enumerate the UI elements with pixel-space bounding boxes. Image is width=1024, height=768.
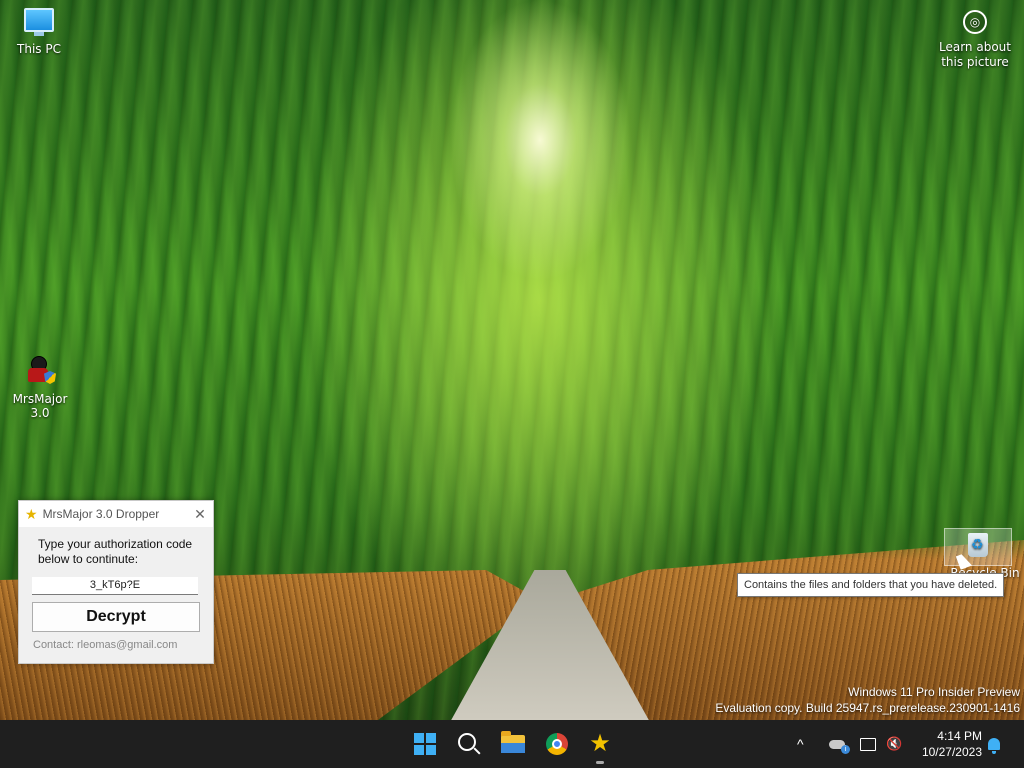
windows-watermark: Windows 11 Pro Insider Preview Evaluatio… [715, 684, 1020, 716]
mrsmajor-dropper-dialog[interactable]: ★ MrsMajor 3.0 Dropper ✕ Type your autho… [18, 500, 214, 664]
desktop-icon-learn-about-picture[interactable]: ◎ Learn about this picture [936, 10, 1014, 70]
decrypt-button[interactable]: Decrypt [32, 602, 200, 632]
running-indicator [596, 761, 604, 764]
taskbar: ★ ^ 🔇 4:14 PM 10/27/2023 [0, 720, 1024, 768]
desktop-icon-recycle-bin[interactable]: Recycle Bin [944, 528, 1020, 580]
chevron-up-icon: ^ [797, 736, 804, 752]
recycle-bin-tooltip: Contains the files and folders that you … [737, 573, 1005, 597]
desktop-icon-label: MrsMajor 3.0 [12, 392, 68, 420]
clock-date: 10/27/2023 [921, 745, 982, 759]
desktop-icon-label: Learn about this picture [939, 40, 1011, 69]
desktop-icon-label: This PC [17, 42, 61, 56]
cloud-icon [829, 739, 850, 754]
recycle-bin-icon [968, 533, 988, 557]
computer-icon [24, 8, 54, 32]
volume-tray-button[interactable]: 🔇 [886, 720, 902, 768]
close-button[interactable]: ✕ [187, 506, 213, 523]
notifications-button[interactable] [988, 720, 1000, 768]
network-icon [860, 737, 876, 751]
bell-icon [988, 738, 1000, 754]
mrsmajor-taskbar-button[interactable]: ★ [586, 730, 614, 764]
star-icon: ★ [589, 730, 611, 757]
desktop-wallpaper: This PC MrsMajor 3.0 ◎ Learn about this … [0, 0, 1024, 720]
computer-stand [34, 32, 44, 36]
onedrive-tray-button[interactable] [829, 720, 850, 768]
star-icon: ★ [25, 505, 38, 522]
desktop-icon-this-pc[interactable]: This PC [8, 8, 70, 56]
auth-prompt-text: Type your authorization code below to co… [38, 537, 193, 566]
desktop-icon-mrsmajor[interactable]: MrsMajor 3.0 [2, 356, 78, 420]
start-button[interactable] [411, 730, 439, 758]
show-hidden-icons-button[interactable]: ^ [797, 720, 804, 768]
taskbar-clock[interactable]: 4:14 PM 10/27/2023 [912, 728, 982, 760]
search-icon [458, 733, 476, 751]
chrome-icon [546, 733, 568, 755]
file-explorer-button[interactable] [499, 730, 527, 758]
dialog-title: MrsMajor 3.0 Dropper [42, 507, 160, 521]
camera-icon: ◎ [963, 10, 987, 34]
chrome-button[interactable] [543, 730, 571, 758]
search-button[interactable] [455, 730, 483, 758]
folder-icon [501, 731, 525, 753]
watermark-line-2: Evaluation copy. Build 25947.rs_prerelea… [715, 701, 1020, 715]
mrsmajor-app-icon [28, 356, 56, 384]
contact-text: Contact: rleomas@gmail.com [33, 639, 178, 651]
clock-time: 4:14 PM [937, 729, 982, 743]
watermark-line-1: Windows 11 Pro Insider Preview [848, 685, 1020, 699]
authorization-code-input[interactable]: 3_kT6p?E [32, 577, 198, 595]
windows-logo-icon [414, 733, 436, 755]
speaker-muted-icon: 🔇 [886, 736, 903, 751]
dialog-titlebar[interactable]: ★ MrsMajor 3.0 Dropper ✕ [19, 501, 213, 527]
network-tray-button[interactable] [860, 720, 876, 768]
